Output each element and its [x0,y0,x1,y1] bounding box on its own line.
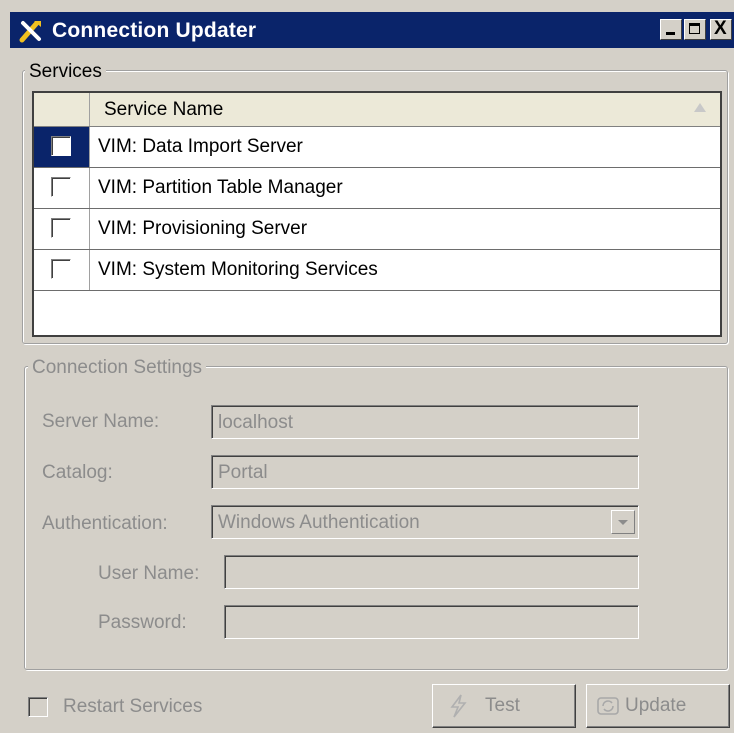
update-button[interactable]: Update [586,684,730,728]
chevron-down-icon[interactable] [611,510,635,534]
user-name-field[interactable] [224,555,639,589]
service-name: VIM: Provisioning Server [98,218,308,239]
sort-ascending-icon [694,103,706,112]
restart-services-checkbox[interactable] [28,697,48,717]
close-icon: X [714,18,727,39]
test-button-label: Test [485,695,520,716]
connection-settings-group-label: Connection Settings [28,357,207,379]
row-selector[interactable] [34,127,90,167]
server-name-field[interactable]: localhost [211,405,639,439]
service-row[interactable]: VIM: System Monitoring Services [34,250,720,291]
authentication-value: Windows Authentication [218,512,420,533]
password-label: Password: [98,612,187,633]
catalog-field[interactable]: Portal [211,455,639,489]
minimize-button[interactable] [660,19,682,40]
service-checkbox[interactable] [51,177,71,197]
service-checkbox[interactable] [51,218,71,238]
title-bar[interactable]: Connection Updater X [10,12,734,48]
window-title: Connection Updater [52,19,257,42]
row-selector[interactable] [34,209,90,249]
maximize-icon [689,23,700,34]
authentication-dropdown[interactable]: Windows Authentication [211,505,639,539]
services-grid[interactable]: Service Name VIM: Data Import Server VIM… [32,91,722,337]
services-group-label: Services [25,61,106,83]
grid-header-corner [34,93,90,126]
minimize-icon [666,32,675,35]
column-header-service-name[interactable]: Service Name [104,99,223,121]
lightning-icon [450,694,467,718]
authentication-label: Authentication: [42,513,168,534]
server-name-label: Server Name: [42,411,160,432]
tools-icon [19,21,41,43]
service-name: VIM: System Monitoring Services [98,259,378,280]
password-field[interactable] [224,605,639,639]
update-button-label: Update [625,695,687,716]
service-name: VIM: Partition Table Manager [98,177,343,198]
service-row[interactable]: VIM: Provisioning Server [34,209,720,250]
row-selector[interactable] [34,168,90,208]
service-name: VIM: Data Import Server [98,136,303,157]
row-selector[interactable] [34,250,90,290]
user-name-label: User Name: [98,563,200,584]
maximize-button[interactable] [684,19,706,40]
catalog-label: Catalog: [42,462,113,483]
refresh-icon [597,697,619,715]
test-button[interactable]: Test [432,684,576,728]
service-row[interactable]: VIM: Data Import Server [34,127,720,168]
close-button[interactable]: X [710,18,732,40]
restart-services-label: Restart Services [63,696,203,717]
grid-header: Service Name [34,93,720,127]
service-checkbox[interactable] [51,136,71,156]
service-row[interactable]: VIM: Partition Table Manager [34,168,720,209]
service-checkbox[interactable] [51,259,71,279]
